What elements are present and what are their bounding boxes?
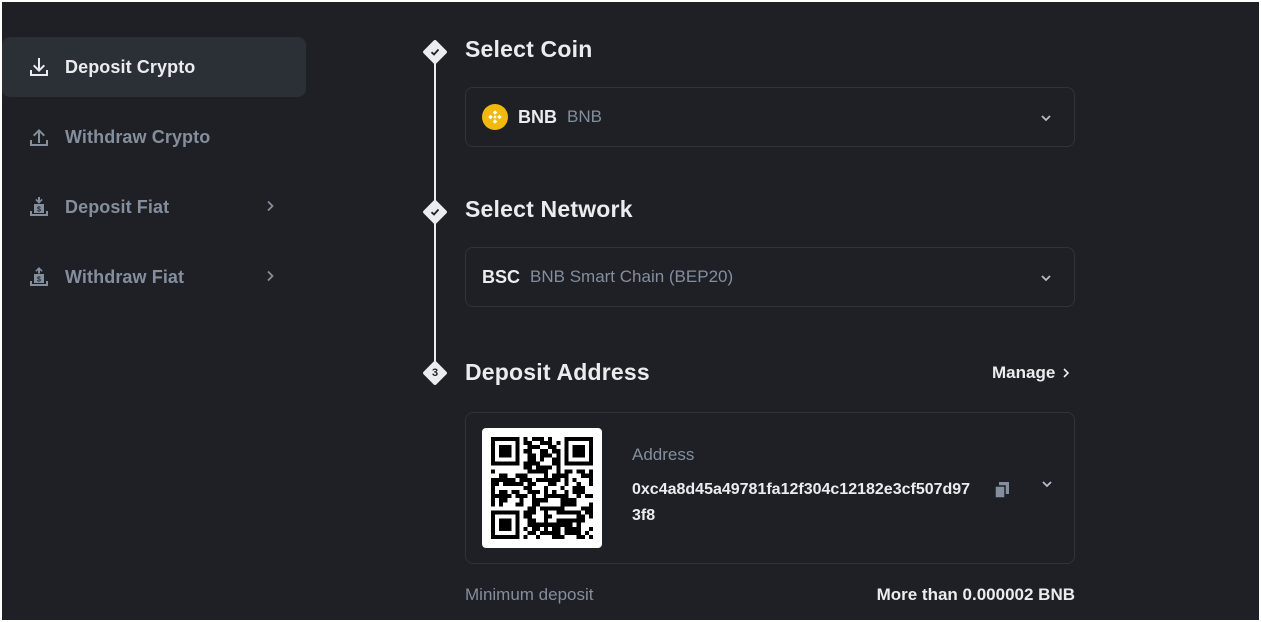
copy-icon[interactable] [991, 479, 1013, 501]
deposit-address-card: Address 0xc4a8d45a49781fa12f304c12182e3c… [465, 412, 1075, 564]
qr-code-image [491, 437, 593, 539]
address-label: Address [632, 445, 695, 464]
download-icon [26, 54, 52, 80]
check-icon [430, 48, 440, 56]
sidebar-item-withdraw-crypto[interactable]: Withdraw Crypto [2, 107, 306, 167]
svg-text:$: $ [37, 207, 41, 214]
upload-icon [26, 124, 52, 150]
step-title-select-coin: Select Coin [465, 36, 593, 62]
sidebar-item-label: Deposit Crypto [65, 56, 196, 77]
minimum-deposit-value: More than 0.000002 BNB [876, 585, 1075, 604]
chevron-down-icon [1041, 275, 1051, 282]
address-value[interactable]: 0xc4a8d45a49781fa12f304c12182e3cf507d973… [632, 477, 977, 529]
check-icon [430, 208, 440, 216]
sidebar-item-label: Deposit Fiat [65, 196, 170, 217]
network-select[interactable]: BSC BNB Smart Chain (BEP20) [465, 247, 1075, 307]
network-name: BNB Smart Chain (BEP20) [530, 267, 734, 286]
chevron-down-icon[interactable] [1039, 476, 1055, 492]
step-done-marker [421, 38, 449, 66]
deposit-page: Deposit Crypto Withdraw Crypto $ Deposit… [2, 2, 1259, 620]
withdraw-fiat-icon: $ [26, 264, 52, 290]
chevron-right-icon [1063, 368, 1070, 378]
sidebar-item-deposit-crypto[interactable]: Deposit Crypto [2, 37, 306, 97]
coin-symbol: BNB [518, 106, 557, 127]
sidebar-item-deposit-fiat[interactable]: $ Deposit Fiat [2, 177, 306, 237]
step-number: 3 [431, 366, 439, 379]
network-code: BSC [482, 266, 521, 287]
chevron-right-icon [267, 200, 274, 212]
svg-text:$: $ [37, 277, 41, 284]
coin-name: BNB [567, 107, 602, 126]
step-title-select-network: Select Network [465, 196, 633, 222]
address-qr-code[interactable] [482, 428, 602, 548]
coin-select[interactable]: BNB BNB [465, 87, 1075, 147]
sidebar: Deposit Crypto Withdraw Crypto $ Deposit… [2, 37, 306, 317]
bnb-coin-icon [482, 104, 508, 130]
deposit-fiat-icon: $ [26, 194, 52, 220]
sidebar-item-label: Withdraw Crypto [65, 126, 211, 147]
chevron-right-icon [267, 270, 274, 282]
chevron-down-icon [1041, 115, 1051, 122]
step-number-marker: 3 [421, 359, 449, 387]
minimum-deposit-label: Minimum deposit [465, 585, 594, 604]
manage-link[interactable]: Manage [992, 363, 1073, 383]
sidebar-item-label: Withdraw Fiat [65, 266, 185, 287]
sidebar-item-withdraw-fiat[interactable]: $ Withdraw Fiat [2, 247, 306, 307]
step-done-marker [421, 198, 449, 226]
manage-label: Manage [992, 363, 1056, 382]
step-title-deposit-address: Deposit Address [465, 359, 650, 385]
